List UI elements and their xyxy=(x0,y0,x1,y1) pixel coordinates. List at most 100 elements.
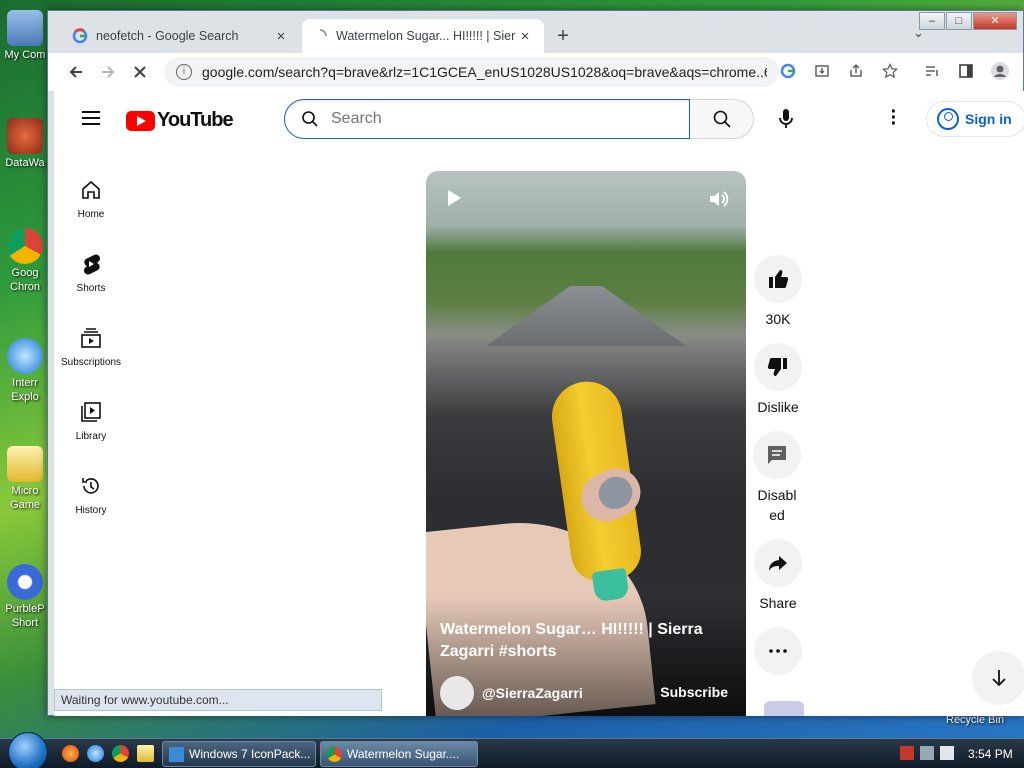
desktop-icon-purble[interactable]: PurbleP Short xyxy=(0,564,50,630)
bookmark-star-icon[interactable] xyxy=(880,61,900,81)
desktop-icon-games[interactable]: Micro Game xyxy=(0,446,50,512)
menu-icon[interactable] xyxy=(82,111,100,125)
comment-icon xyxy=(768,446,786,464)
sidebar-item-label: Subscriptions xyxy=(60,357,122,368)
shorts-icon xyxy=(83,254,101,275)
audio-track-thumbnail[interactable] xyxy=(764,701,804,716)
internet-explorer-icon xyxy=(7,338,43,374)
forward-button[interactable] xyxy=(92,56,124,88)
close-window-button[interactable]: ✕ xyxy=(973,12,1017,30)
desktop-icon-datawave[interactable]: DataWa xyxy=(0,118,50,170)
sign-in-label: Sign in xyxy=(965,111,1012,127)
network-icon[interactable] xyxy=(920,746,934,760)
volume-button[interactable] xyxy=(708,189,730,214)
taskbar-clock[interactable]: 3:54 PM xyxy=(968,747,1013,761)
close-tab-icon[interactable]: × xyxy=(516,28,534,45)
address-bar[interactable]: i google.com/search?q=brave&rlz=1C1GCEA_… xyxy=(164,57,779,87)
side-panel-icon[interactable] xyxy=(956,61,976,81)
google-lens-icon[interactable] xyxy=(778,61,798,81)
explorer-folder-icon[interactable] xyxy=(137,745,154,762)
tab-youtube-video[interactable]: Watermelon Sugar... HI!!!!! | Sierr × xyxy=(302,19,544,53)
desktop-icon-computer[interactable]: My Com xyxy=(0,10,50,62)
search-box[interactable] xyxy=(284,99,690,139)
browser-window: neofetch - Google Search × Watermelon Su… xyxy=(47,10,1024,716)
play-button[interactable] xyxy=(446,189,462,212)
desktop-icon-chrome[interactable]: Goog Chron xyxy=(0,228,50,294)
search-form xyxy=(284,99,754,139)
settings-menu-icon[interactable]: · · · xyxy=(884,102,904,134)
close-icon xyxy=(134,66,146,78)
profile-icon[interactable] xyxy=(990,61,1010,81)
sidebar-item-label: Shorts xyxy=(76,283,106,294)
dislike-button[interactable] xyxy=(754,343,802,391)
comments-action[interactable]: Disabled xyxy=(744,431,810,525)
taskbar-item-label: Watermelon Sugar.... xyxy=(347,747,460,761)
desktop-icon-ie[interactable]: Interr Explo xyxy=(0,338,50,404)
more-action[interactable] xyxy=(744,627,812,681)
firefox-icon[interactable] xyxy=(62,745,79,762)
search-button[interactable] xyxy=(690,99,754,139)
sidebar-item-library[interactable]: Library xyxy=(55,401,127,442)
tab-google-search[interactable]: neofetch - Google Search × xyxy=(62,19,300,53)
taskbar-item-chrome[interactable]: Watermelon Sugar.... xyxy=(320,741,478,767)
like-button[interactable] xyxy=(754,255,802,303)
volume-icon[interactable] xyxy=(940,746,954,760)
sidebar-item-label: Home xyxy=(77,209,105,220)
more-options-button[interactable] xyxy=(754,627,802,675)
sidebar-item-history[interactable]: History xyxy=(55,475,127,516)
sidebar-item-home[interactable]: Home xyxy=(55,179,127,220)
address-url: google.com/search?q=brave&rlz=1C1GCEA_en… xyxy=(202,64,767,80)
channel-info[interactable]: @SierraZagarri xyxy=(440,676,583,710)
minimize-button[interactable]: – xyxy=(919,12,945,30)
site-info-icon[interactable]: i xyxy=(176,64,192,80)
subscribe-button[interactable]: Subscribe xyxy=(660,684,728,700)
share-action[interactable]: Share xyxy=(744,539,812,613)
toolbar-icons xyxy=(778,61,1024,81)
like-action[interactable]: 30K xyxy=(744,255,812,329)
video-frame-road xyxy=(486,286,686,346)
desktop-icon-label: Goog Chron xyxy=(10,267,40,293)
more-horizontal-icon xyxy=(769,649,787,653)
dislike-action[interactable]: Dislike xyxy=(744,343,812,417)
sidebar-item-shorts[interactable]: Shorts xyxy=(55,253,127,294)
like-count: 30K xyxy=(765,311,791,327)
sidebar-item-subscriptions[interactable]: Subscriptions xyxy=(55,327,127,368)
sign-in-button[interactable]: Sign in xyxy=(926,101,1024,137)
share-icon xyxy=(769,556,787,571)
start-button[interactable] xyxy=(8,732,48,768)
video-title[interactable]: Watermelon Sugar… HI!!!!! | Sierra Zagar… xyxy=(440,619,730,663)
youtube-header: YouTube ··· Sign in xyxy=(54,91,1024,147)
back-button[interactable] xyxy=(60,56,92,88)
media-controls-icon[interactable] xyxy=(922,61,942,81)
search-input[interactable] xyxy=(331,110,689,128)
tab-title: neofetch - Google Search xyxy=(96,29,239,43)
voice-search-button[interactable] xyxy=(766,99,806,139)
close-tab-icon[interactable]: × xyxy=(272,28,290,45)
taskbar-item-iconpack[interactable]: Windows 7 IconPack... xyxy=(162,741,316,767)
windows-taskbar: Windows 7 IconPack... Watermelon Sugar..… xyxy=(0,732,1024,768)
internet-explorer-icon[interactable] xyxy=(87,745,104,762)
microphone-icon xyxy=(779,109,793,128)
datawave-icon xyxy=(7,118,43,154)
comments-label: Disabled xyxy=(757,487,797,523)
window-app-icon xyxy=(169,747,184,762)
comments-button[interactable] xyxy=(753,431,801,479)
youtube-logo[interactable]: YouTube xyxy=(126,109,234,132)
sidebar-item-label: Library xyxy=(75,431,107,442)
search-icon xyxy=(713,110,731,128)
action-center-icon[interactable] xyxy=(900,746,914,760)
maximize-button[interactable]: □ xyxy=(946,12,972,30)
install-icon[interactable] xyxy=(812,61,832,81)
channel-avatar[interactable] xyxy=(440,676,474,710)
new-tab-button[interactable]: + xyxy=(551,25,575,49)
share-button[interactable] xyxy=(754,539,802,587)
channel-name[interactable]: @SierraZagarri xyxy=(482,685,583,701)
share-page-icon[interactable] xyxy=(846,61,866,81)
stop-loading-button[interactable] xyxy=(124,56,156,88)
account-icon xyxy=(937,108,959,130)
youtube-play-logo-icon xyxy=(126,110,155,131)
shorts-video-player[interactable]: Watermelon Sugar… HI!!!!! | Sierra Zagar… xyxy=(426,171,746,716)
next-video-button[interactable] xyxy=(972,651,1024,705)
chrome-icon xyxy=(327,747,342,762)
chrome-icon[interactable] xyxy=(112,745,129,762)
